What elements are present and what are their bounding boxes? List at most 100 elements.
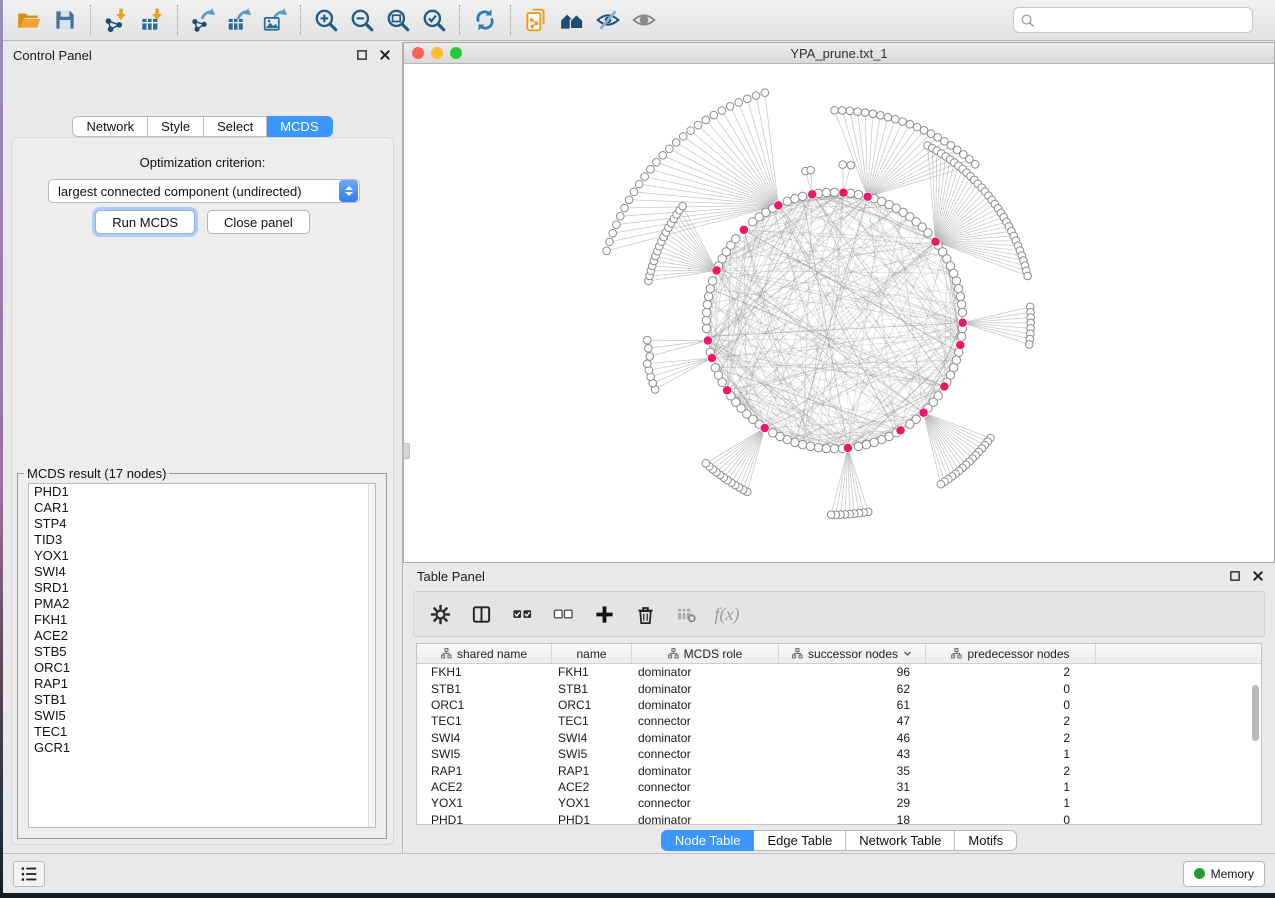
export-image-button[interactable] xyxy=(257,3,293,37)
table-cell: 62 xyxy=(779,682,926,696)
mcds-result-item[interactable]: FKH1 xyxy=(29,612,375,628)
table-cell: 18 xyxy=(779,813,926,825)
table-row[interactable]: ORC1ORC1dominator610 xyxy=(417,697,1261,713)
column-header-name[interactable]: name xyxy=(552,644,632,663)
mcds-result-item[interactable]: SWI4 xyxy=(29,564,375,580)
network-canvas[interactable] xyxy=(404,64,1274,562)
tab-network-table[interactable]: Network Table xyxy=(846,830,955,851)
gear-icon xyxy=(430,604,451,625)
open-folder-icon xyxy=(16,7,42,33)
list-scrollbar-track[interactable] xyxy=(368,484,375,827)
mcds-result-item[interactable]: STB1 xyxy=(29,692,375,708)
float-panel-button[interactable] xyxy=(354,48,369,63)
tab-mcds[interactable]: MCDS xyxy=(267,116,332,137)
export-table-button[interactable] xyxy=(221,3,257,37)
status-bar: Memory xyxy=(3,853,1275,893)
show-all-button[interactable] xyxy=(626,3,662,37)
close-panel-button-secondary[interactable]: Close panel xyxy=(207,210,310,234)
tab-style[interactable]: Style xyxy=(148,116,204,137)
tab-network[interactable]: Network xyxy=(72,116,148,137)
tab-edge-table[interactable]: Edge Table xyxy=(754,830,846,851)
attribute-icon xyxy=(951,648,962,659)
mcds-result-item[interactable]: ACE2 xyxy=(29,628,375,644)
mcds-result-item[interactable]: YOX1 xyxy=(29,548,375,564)
import-network-button[interactable] xyxy=(98,3,134,37)
column-header-mcds-role[interactable]: MCDS role xyxy=(632,644,779,663)
delete-table-icon xyxy=(676,604,697,625)
attribute-icon xyxy=(668,648,679,659)
table-row[interactable]: TEC1TEC1connector472 xyxy=(417,713,1261,729)
table-row[interactable]: STB1STB1dominator620 xyxy=(417,680,1261,696)
network-graph[interactable] xyxy=(404,64,1274,562)
mcds-result-item[interactable]: RAP1 xyxy=(29,676,375,692)
column-header-predecessor-nodes[interactable]: predecessor nodes xyxy=(926,644,1096,663)
mcds-result-item[interactable]: TID3 xyxy=(29,532,375,548)
table-cell: dominator xyxy=(632,813,779,825)
window-minimize-button[interactable] xyxy=(431,47,443,59)
search-input[interactable] xyxy=(1035,10,1246,30)
close-icon xyxy=(379,49,391,61)
zoom-in-button[interactable] xyxy=(308,3,344,37)
scrollbar-thumb[interactable] xyxy=(1252,685,1259,741)
tab-node-table[interactable]: Node Table xyxy=(661,830,755,851)
table-row[interactable]: SWI4SWI4dominator462 xyxy=(417,730,1261,746)
criterion-select[interactable]: largest connected component (undirected) xyxy=(48,179,360,203)
show-panels-button[interactable] xyxy=(13,861,45,887)
apply-layout-button[interactable] xyxy=(467,3,503,37)
float-panel-button[interactable] xyxy=(1227,569,1242,584)
mcds-result-item[interactable]: CAR1 xyxy=(29,500,375,516)
table-scrollbar[interactable] xyxy=(1251,666,1260,822)
hide-selected-button[interactable] xyxy=(590,3,626,37)
table-row[interactable]: SWI5SWI5connector431 xyxy=(417,746,1261,762)
attribute-icon xyxy=(792,648,803,659)
first-neighbors-button[interactable] xyxy=(554,3,590,37)
table-cell: PHD1 xyxy=(417,813,552,825)
close-panel-button[interactable] xyxy=(1250,569,1265,584)
clone-network-button[interactable] xyxy=(518,3,554,37)
table-body: FKH1FKH1dominator962STB1STB1dominator620… xyxy=(417,664,1261,825)
table-cell: 0 xyxy=(926,682,1096,696)
mcds-result-item[interactable]: ORC1 xyxy=(29,660,375,676)
toolbar-separator xyxy=(90,5,91,35)
mcds-result-item[interactable]: SRD1 xyxy=(29,580,375,596)
delete-table-button xyxy=(674,602,698,626)
memory-button[interactable]: Memory xyxy=(1183,861,1265,887)
column-header-shared-name[interactable]: shared name xyxy=(417,644,552,663)
show-columns-button[interactable] xyxy=(469,602,493,626)
select-stepper-icon xyxy=(339,180,358,202)
import-table-button[interactable] xyxy=(134,3,170,37)
table-settings-button[interactable] xyxy=(428,602,452,626)
mcds-result-item[interactable]: STB5 xyxy=(29,644,375,660)
table-row[interactable]: YOX1YOX1connector291 xyxy=(417,795,1261,811)
save-session-button[interactable] xyxy=(47,3,83,37)
open-session-button[interactable] xyxy=(11,3,47,37)
mcds-result-item[interactable]: PMA2 xyxy=(29,596,375,612)
window-close-button[interactable] xyxy=(412,47,424,59)
splitter-grip[interactable] xyxy=(403,443,410,459)
run-mcds-button[interactable]: Run MCDS xyxy=(95,210,195,234)
table-row[interactable]: PHD1PHD1dominator180 xyxy=(417,812,1261,825)
tab-motifs[interactable]: Motifs xyxy=(955,830,1017,851)
table-row[interactable]: ACE2ACE2connector311 xyxy=(417,779,1261,795)
table-row[interactable]: FKH1FKH1dominator962 xyxy=(417,664,1261,680)
mcds-result-item[interactable]: PHD1 xyxy=(29,484,375,500)
window-zoom-button[interactable] xyxy=(450,47,462,59)
close-panel-button[interactable] xyxy=(377,48,392,63)
mcds-result-item[interactable]: SWI5 xyxy=(29,708,375,724)
tab-select[interactable]: Select xyxy=(204,116,267,137)
deselect-all-button[interactable] xyxy=(551,602,575,626)
column-header-successor-nodes[interactable]: successor nodes xyxy=(779,644,926,663)
export-network-button[interactable] xyxy=(185,3,221,37)
zoom-out-button[interactable] xyxy=(344,3,380,37)
select-all-button[interactable] xyxy=(510,602,534,626)
create-column-button[interactable] xyxy=(592,602,616,626)
list-icon xyxy=(19,864,39,884)
zoom-selected-button[interactable] xyxy=(416,3,452,37)
clone-network-icon xyxy=(523,7,549,33)
mcds-result-item[interactable]: GCR1 xyxy=(29,740,375,756)
mcds-result-item[interactable]: TEC1 xyxy=(29,724,375,740)
table-row[interactable]: RAP1RAP1dominator352 xyxy=(417,762,1261,778)
zoom-fit-button[interactable] xyxy=(380,3,416,37)
mcds-result-item[interactable]: STP4 xyxy=(29,516,375,532)
delete-column-button[interactable] xyxy=(633,602,657,626)
